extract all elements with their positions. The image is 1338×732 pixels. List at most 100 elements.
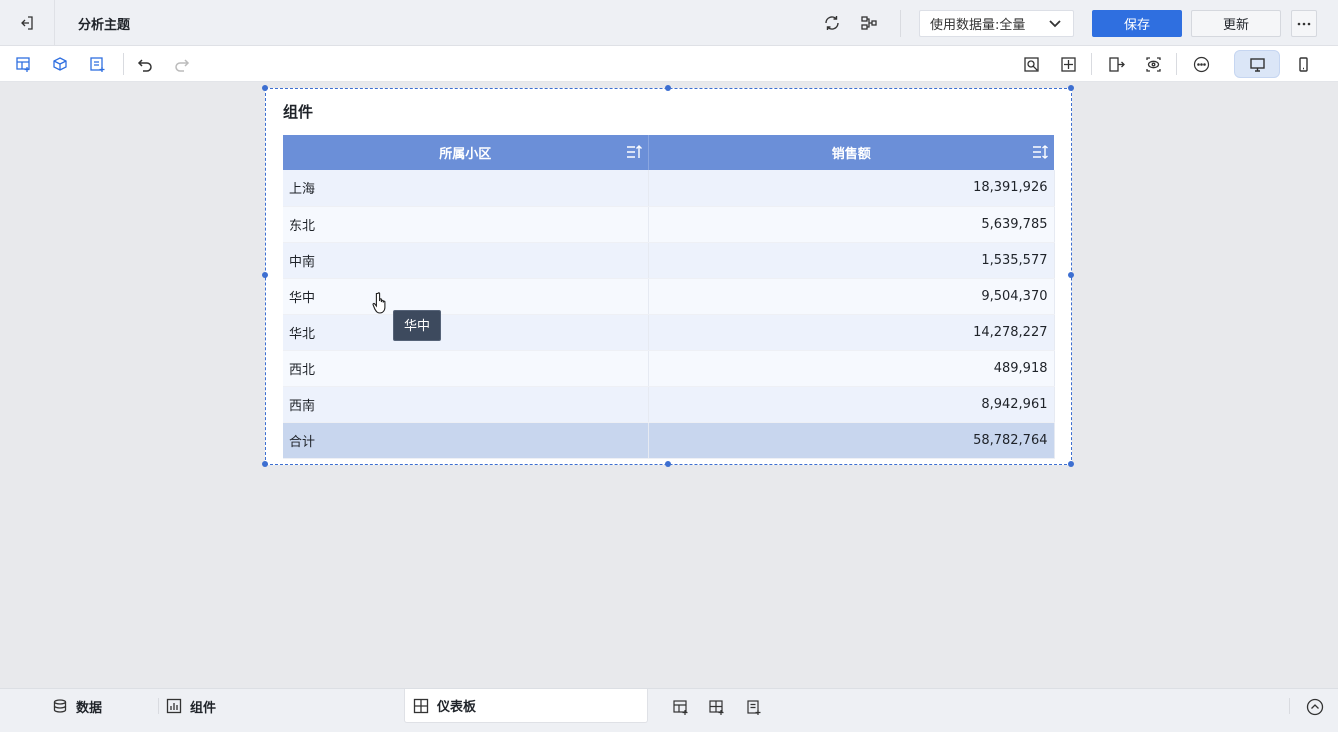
lineage-icon: [861, 16, 877, 30]
mobile-view-button[interactable]: [1280, 50, 1326, 78]
more-options-button[interactable]: [1190, 53, 1212, 75]
data-table: 所属小区 销售额 上海 18,391,926 东北 5,639,785 中南 1…: [283, 135, 1055, 459]
grid-add-icon: [708, 699, 723, 715]
table-row[interactable]: 中南 1,535,577: [283, 242, 1055, 279]
redo-button[interactable]: [170, 53, 192, 75]
column-header-sales[interactable]: 销售额: [648, 135, 1054, 170]
add-table-icon: [15, 56, 30, 72]
region-cell[interactable]: 西北: [283, 350, 649, 387]
total-label: 合计: [283, 422, 649, 459]
refresh-icon: [825, 16, 839, 30]
resize-handle[interactable]: [1068, 461, 1074, 467]
resize-handle[interactable]: [262, 272, 268, 278]
resize-handle[interactable]: [262, 85, 268, 91]
view-button[interactable]: [1142, 53, 1164, 75]
bottom-bar: 数据 组件 仪表板: [0, 688, 1338, 732]
resize-handle[interactable]: [665, 461, 671, 467]
edit-toolbar: [0, 46, 1338, 82]
undo-button[interactable]: [134, 53, 156, 75]
preview-button[interactable]: [1020, 53, 1042, 75]
add-table-icon: [672, 699, 687, 715]
region-cell[interactable]: 西南: [283, 386, 649, 423]
resize-handle[interactable]: [665, 85, 671, 91]
add-filter-button[interactable]: [86, 53, 108, 75]
table-widget[interactable]: 组件 所属小区 销售额 上海 18,391,926 东北 5,639,785 中…: [262, 85, 1074, 467]
region-cell[interactable]: 中南: [283, 242, 649, 279]
exit-button[interactable]: [0, 0, 55, 46]
database-icon: [53, 699, 67, 713]
column-header-label: 销售额: [831, 147, 871, 162]
cube-add-icon: [52, 56, 67, 71]
monitor-icon: [1249, 57, 1265, 72]
region-cell[interactable]: 华中: [283, 278, 649, 315]
resize-handle[interactable]: [1068, 85, 1074, 91]
tab-dashboard[interactable]: 仪表板: [404, 689, 648, 723]
tab-label: 组件: [190, 700, 217, 716]
redo-icon: [174, 58, 189, 72]
export-button[interactable]: [1105, 53, 1127, 75]
sales-cell[interactable]: 14,278,227: [648, 314, 1055, 351]
refresh-button[interactable]: [821, 12, 843, 34]
collapse-up-icon[interactable]: [1306, 698, 1324, 716]
tab-label: 数据: [76, 700, 103, 716]
add-table-button[interactable]: [12, 53, 34, 75]
data-volume-label: 使用数据量:: [930, 18, 1000, 33]
chevron-down-icon: [1049, 20, 1061, 28]
image-search-icon: [1023, 56, 1039, 72]
divider: [1289, 698, 1290, 714]
layout-grid-icon: [1060, 56, 1076, 72]
add-report-button[interactable]: [742, 696, 764, 718]
region-cell[interactable]: 上海: [283, 170, 649, 207]
update-button[interactable]: 更新: [1191, 10, 1281, 37]
table-header-row: 所属小区 销售额: [283, 135, 1054, 170]
save-button[interactable]: 保存: [1092, 10, 1182, 37]
sales-cell[interactable]: 5,639,785: [648, 206, 1055, 243]
top-bar: 分析主题 使用数据量: 全量 保存 更新: [0, 0, 1338, 46]
column-header-label: 所属小区: [439, 147, 492, 162]
app-title: 分析主题: [78, 18, 131, 33]
filter-add-icon: [89, 56, 104, 72]
cell-tooltip: 华中: [393, 310, 442, 341]
duplicate-dashboard-button[interactable]: [705, 696, 727, 718]
divider: [1176, 53, 1177, 75]
add-dashboard-button[interactable]: [669, 696, 691, 718]
table-row[interactable]: 华中 9,504,370: [283, 278, 1055, 315]
desktop-view-button[interactable]: [1234, 50, 1280, 78]
sales-cell[interactable]: 9,504,370: [648, 278, 1055, 315]
total-row: 合计 58,782,764: [283, 422, 1055, 459]
data-volume-value: 全量: [999, 18, 1026, 33]
lineage-button[interactable]: [858, 12, 880, 34]
undo-icon: [137, 58, 152, 72]
table-row[interactable]: 东北 5,639,785: [283, 206, 1055, 243]
report-add-icon: [746, 699, 760, 715]
more-horizontal-icon: [1297, 22, 1311, 25]
resize-handle[interactable]: [1068, 272, 1074, 278]
sales-cell[interactable]: 1,535,577: [648, 242, 1055, 279]
region-cell[interactable]: 东北: [283, 206, 649, 243]
sales-cell[interactable]: 489,918: [648, 350, 1055, 387]
column-header-region[interactable]: 所属小区: [283, 135, 649, 170]
tab-component[interactable]: 组件: [166, 689, 216, 723]
divider: [1091, 53, 1092, 75]
data-volume-select[interactable]: 使用数据量: 全量: [919, 10, 1074, 37]
divider: [123, 53, 124, 75]
sort-icon[interactable]: [1032, 145, 1048, 159]
tab-data[interactable]: 数据: [52, 689, 102, 723]
sales-cell[interactable]: 8,942,961: [648, 386, 1055, 423]
divider: [158, 698, 159, 714]
tab-label: 仪表板: [437, 700, 477, 715]
sort-ascending-icon[interactable]: [626, 145, 642, 159]
table-row[interactable]: 西南 8,942,961: [283, 386, 1055, 423]
more-circle-icon: [1193, 56, 1209, 72]
layout-button[interactable]: [1057, 53, 1079, 75]
eye-icon: [1145, 56, 1161, 72]
region-cell[interactable]: 华北: [283, 314, 649, 351]
widget-title: 组件: [283, 103, 314, 121]
add-component-button[interactable]: [49, 53, 71, 75]
table-row[interactable]: 西北 489,918: [283, 350, 1055, 387]
table-row[interactable]: 上海 18,391,926: [283, 170, 1055, 207]
dashboard-icon: [413, 698, 429, 713]
more-button[interactable]: [1291, 10, 1317, 37]
resize-handle[interactable]: [262, 461, 268, 467]
sales-cell[interactable]: 18,391,926: [648, 170, 1055, 207]
